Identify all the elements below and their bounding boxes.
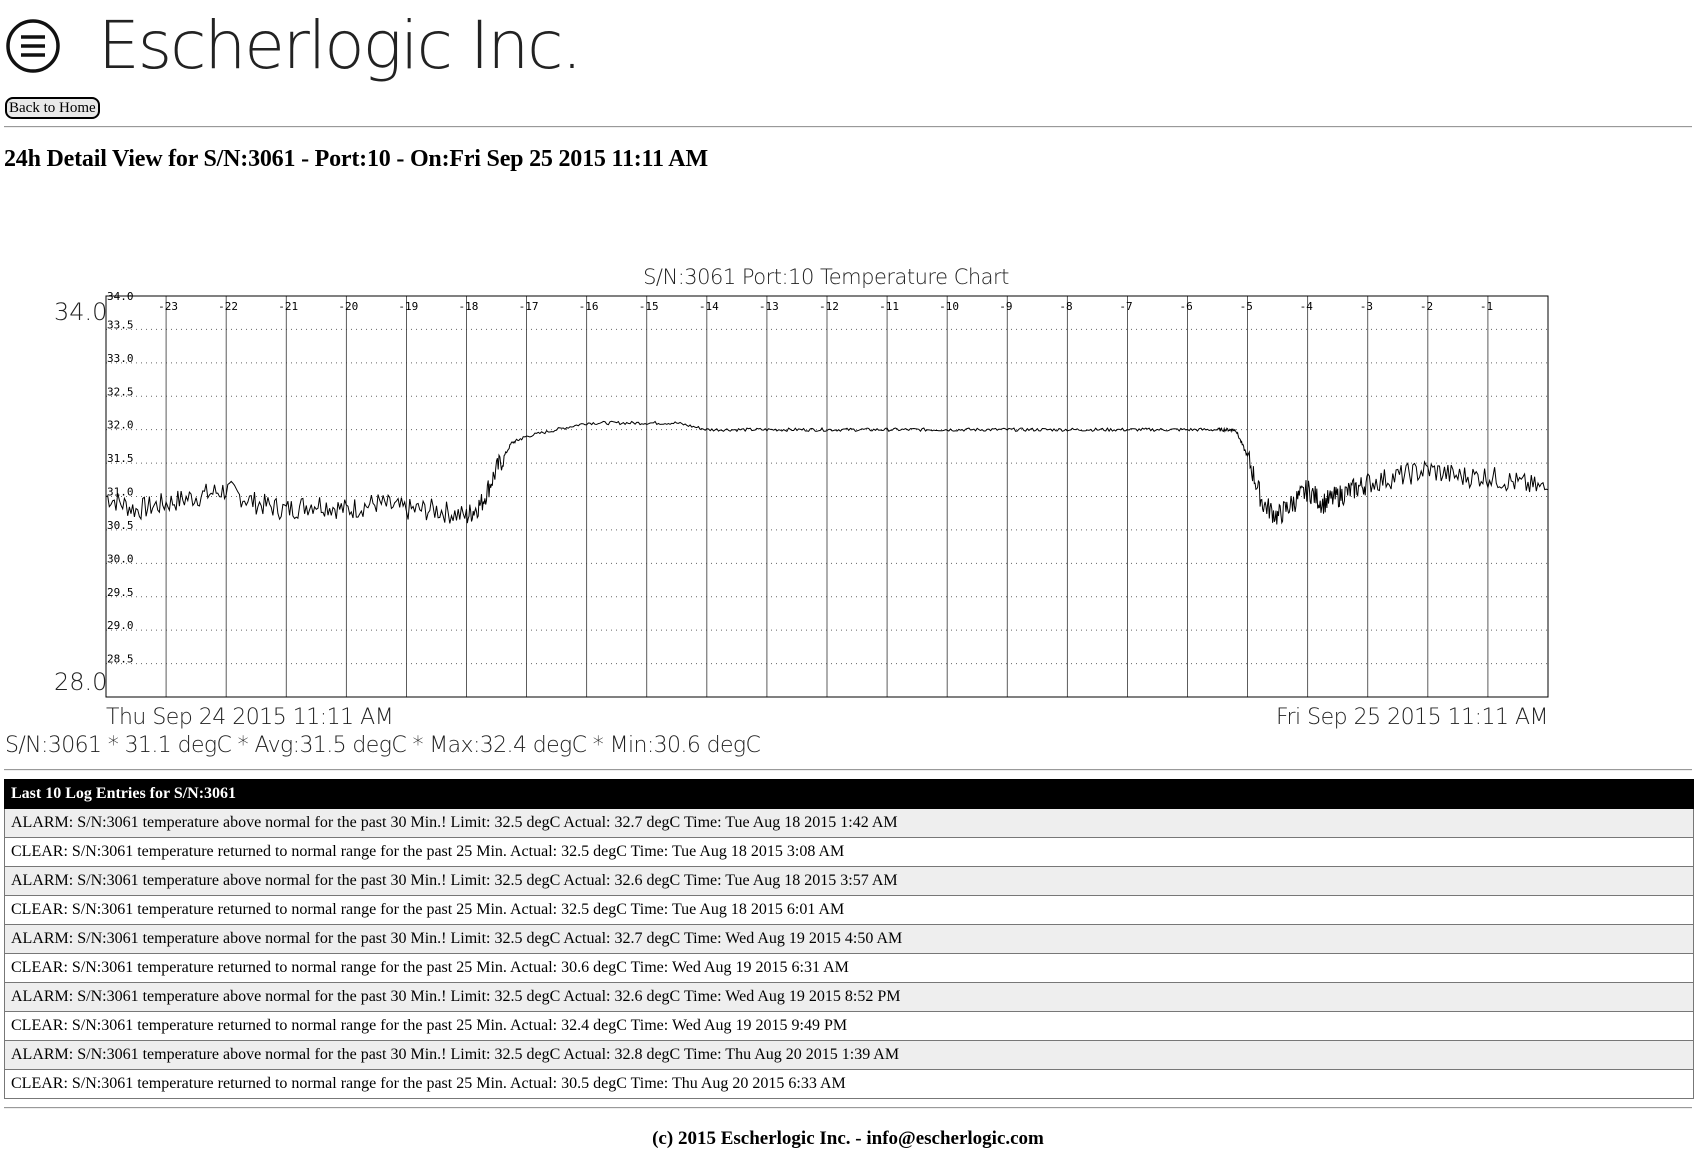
x-tick-label: -10 <box>939 300 959 313</box>
log-entry: ALARM: S/N:3061 temperature above normal… <box>4 866 1694 896</box>
company-name: Escherlogic Inc. <box>98 7 582 84</box>
chart-ticks: 34.033.533.032.532.031.531.030.530.029.5… <box>107 290 1493 666</box>
log-entry: CLEAR: S/N:3061 temperature returned to … <box>4 1069 1694 1099</box>
log-row: CLEAR: S/N:3061 temperature returned to … <box>4 1011 1694 1041</box>
x-tick-label: -23 <box>158 300 178 313</box>
log-entry: ALARM: S/N:3061 temperature above normal… <box>4 924 1694 954</box>
y-min-label: 28.0 <box>54 668 107 696</box>
temperature-chart: S/N:3061 Port:10 Temperature Chart 34.03… <box>54 265 1549 730</box>
x-tick-label: -15 <box>639 300 659 313</box>
x-end-label: Fri Sep 25 2015 11:11 AM <box>1276 705 1548 730</box>
y-tick-label: 28.5 <box>107 653 134 666</box>
y-tick-label: 31.5 <box>107 452 134 465</box>
x-tick-label: -5 <box>1240 300 1253 313</box>
divider <box>4 1107 1692 1109</box>
y-tick-label: 29.0 <box>107 619 134 632</box>
x-tick-label: -13 <box>759 300 779 313</box>
y-tick-label: 30.5 <box>107 519 134 532</box>
log-row: CLEAR: S/N:3061 temperature returned to … <box>4 837 1694 867</box>
x-start-label: Thu Sep 24 2015 11:11 AM <box>106 705 393 730</box>
chart-title: S/N:3061 Port:10 Temperature Chart <box>643 265 1009 289</box>
y-tick-label: 32.5 <box>107 385 134 398</box>
y-tick-label: 29.5 <box>107 586 134 599</box>
log-table: Last 10 Log Entries for S/N:3061 ALARM: … <box>4 779 1694 1099</box>
log-entry: CLEAR: S/N:3061 temperature returned to … <box>4 953 1694 983</box>
back-to-home-button[interactable]: Back to Home <box>5 97 100 119</box>
x-tick-label: -18 <box>459 300 479 313</box>
y-tick-label: 32.0 <box>107 419 134 432</box>
log-entry: CLEAR: S/N:3061 temperature returned to … <box>4 1011 1694 1041</box>
log-table-header: Last 10 Log Entries for S/N:3061 <box>4 779 1694 809</box>
log-row: ALARM: S/N:3061 temperature above normal… <box>4 866 1694 896</box>
brand-header: Escherlogic Inc. <box>4 6 582 86</box>
divider <box>4 769 1692 771</box>
log-entry: ALARM: S/N:3061 temperature above normal… <box>4 1040 1694 1070</box>
y-tick-label: 30.0 <box>107 552 134 565</box>
page-title: 24h Detail View for S/N:3061 - Port:10 -… <box>4 146 708 172</box>
x-tick-label: -12 <box>819 300 839 313</box>
x-tick-label: -22 <box>218 300 238 313</box>
hamburger-circle-icon <box>6 19 60 73</box>
log-row: ALARM: S/N:3061 temperature above normal… <box>4 982 1694 1012</box>
x-tick-label: -1 <box>1480 300 1493 313</box>
divider <box>4 126 1692 128</box>
log-row: CLEAR: S/N:3061 temperature returned to … <box>4 953 1694 983</box>
x-tick-label: -14 <box>699 300 719 313</box>
log-entry: ALARM: S/N:3061 temperature above normal… <box>4 982 1694 1012</box>
log-row: ALARM: S/N:3061 temperature above normal… <box>4 924 1694 954</box>
x-tick-label: -4 <box>1300 300 1314 313</box>
y-max-label: 34.0 <box>54 298 107 326</box>
log-row: CLEAR: S/N:3061 temperature returned to … <box>4 895 1694 925</box>
x-tick-label: -8 <box>1059 300 1072 313</box>
x-tick-label: -17 <box>519 300 539 313</box>
x-tick-label: -16 <box>579 300 599 313</box>
log-entry: ALARM: S/N:3061 temperature above normal… <box>4 808 1694 838</box>
x-tick-label: -21 <box>278 300 298 313</box>
y-tick-label: 33.5 <box>107 318 134 331</box>
log-entry: CLEAR: S/N:3061 temperature returned to … <box>4 837 1694 867</box>
y-tick-label: 31.0 <box>107 486 134 499</box>
log-row: ALARM: S/N:3061 temperature above normal… <box>4 1040 1694 1070</box>
x-tick-label: -2 <box>1420 300 1433 313</box>
x-tick-label: -20 <box>338 300 358 313</box>
x-tick-label: -7 <box>1119 300 1132 313</box>
log-entry: CLEAR: S/N:3061 temperature returned to … <box>4 895 1694 925</box>
x-tick-label: -3 <box>1360 300 1373 313</box>
sensor-summary: S/N:3061 * 31.1 degC * Avg:31.5 degC * M… <box>5 733 761 758</box>
y-tick-label: 33.0 <box>107 352 134 365</box>
x-tick-label: -19 <box>398 300 418 313</box>
x-tick-label: -9 <box>999 300 1012 313</box>
log-row: CLEAR: S/N:3061 temperature returned to … <box>4 1069 1694 1099</box>
log-row: ALARM: S/N:3061 temperature above normal… <box>4 808 1694 838</box>
footer-copyright: (c) 2015 Escherlogic Inc. - info@escherl… <box>652 1128 1044 1149</box>
x-tick-label: -11 <box>879 300 899 313</box>
x-tick-label: -6 <box>1180 300 1193 313</box>
